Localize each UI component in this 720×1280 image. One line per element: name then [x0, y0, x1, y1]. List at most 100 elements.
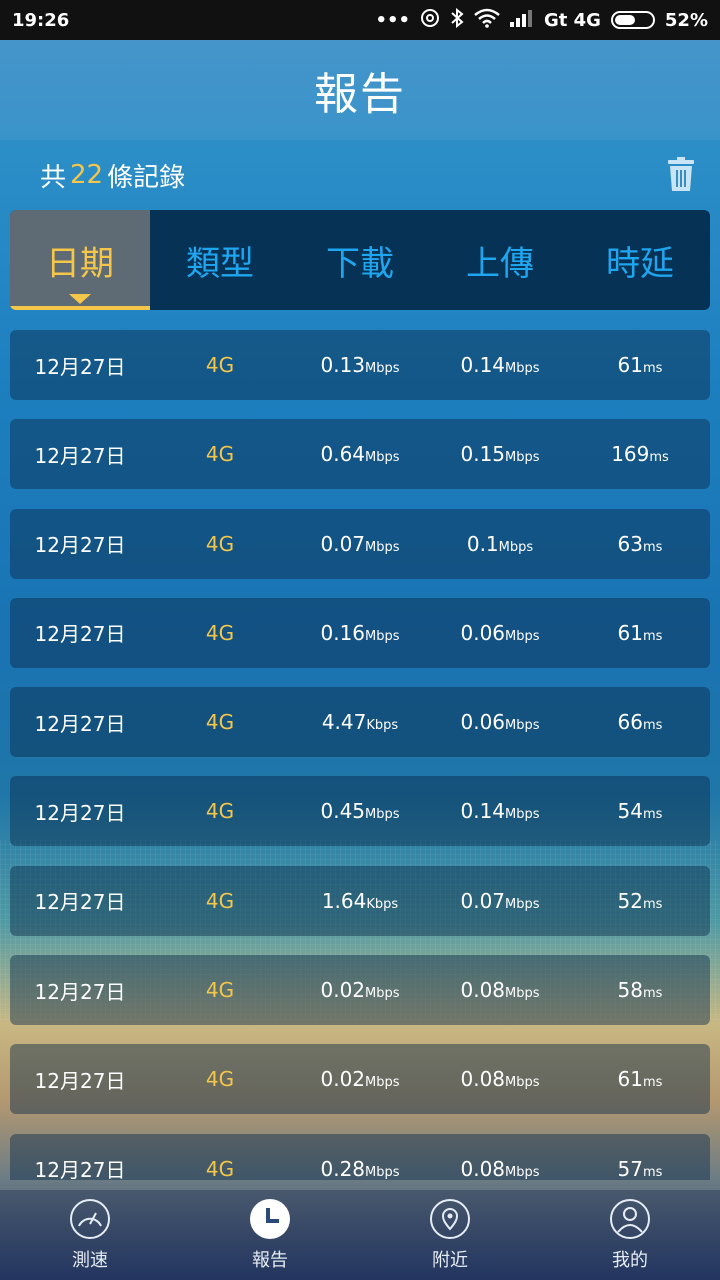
- upload-unit: Mbps: [505, 986, 540, 1002]
- table-row[interactable]: 12月27日 4G 0.45Mbps 0.14Mbps 54ms: [10, 776, 710, 847]
- table-row[interactable]: 12月27日 4G 0.02Mbps 0.08Mbps 61ms: [10, 1044, 710, 1115]
- latency-unit: ms: [643, 361, 663, 376]
- download-unit: Kbps: [366, 718, 399, 734]
- row-download: 0.07Mbps: [290, 532, 430, 556]
- download-unit: Mbps: [365, 539, 400, 555]
- upload-unit: Mbps: [505, 450, 540, 466]
- bluetooth-icon: [450, 7, 464, 33]
- wifi-icon: [474, 8, 500, 33]
- trash-icon[interactable]: [668, 157, 694, 191]
- row-upload: 0.08Mbps: [430, 1157, 570, 1180]
- row-type: 4G: [205, 978, 235, 1003]
- download-value: 4.47: [321, 710, 367, 735]
- nav-label: 附近: [432, 1250, 468, 1271]
- nav-nearby[interactable]: 附近: [360, 1190, 540, 1280]
- sort-caret-icon: [69, 294, 91, 304]
- nav-speed-test[interactable]: 測速: [0, 1190, 180, 1280]
- download-unit: Mbps: [365, 450, 400, 466]
- row-upload: 0.1Mbps: [430, 532, 570, 556]
- upload-unit: Mbps: [505, 1075, 540, 1091]
- upload-unit: Mbps: [505, 807, 540, 823]
- row-date: 12月27日: [34, 979, 126, 1004]
- row-download: 0.28Mbps: [290, 1157, 430, 1180]
- row-latency: 61ms: [570, 353, 710, 377]
- row-download: 0.16Mbps: [290, 621, 430, 645]
- download-value: 0.28: [320, 1156, 366, 1180]
- download-unit: Mbps: [365, 986, 400, 1002]
- latency-value: 61: [617, 1067, 643, 1092]
- row-upload: 0.14Mbps: [430, 799, 570, 823]
- latency-unit: ms: [649, 450, 669, 466]
- download-unit: Mbps: [365, 807, 400, 823]
- row-upload: 0.06Mbps: [430, 710, 570, 734]
- row-latency: 58ms: [570, 978, 710, 1002]
- download-unit: Mbps: [365, 361, 400, 376]
- nav-label: 我的: [612, 1250, 648, 1271]
- download-value: 0.07: [320, 531, 366, 556]
- latency-unit: ms: [643, 896, 663, 912]
- column-label: 日期: [46, 243, 114, 284]
- row-latency: 63ms: [570, 532, 710, 556]
- latency-unit: ms: [643, 807, 663, 823]
- column-header: 日期 類型 下載 上傳 時延: [10, 210, 710, 310]
- status-icons: ••• Gt 4G 52%: [375, 7, 708, 33]
- table-row[interactable]: 12月27日 4G 4.47Kbps 0.06Mbps 66ms: [10, 687, 710, 758]
- table-row[interactable]: 12月27日 4G 0.16Mbps 0.06Mbps 61ms: [10, 597, 710, 668]
- records-list[interactable]: 12月27日 4G 0.13Mbps 0.14Mbps 61ms 12月27日 …: [10, 330, 710, 1180]
- column-latency[interactable]: 時延: [570, 210, 710, 310]
- row-upload: 0.15Mbps: [430, 442, 570, 466]
- upload-value: 0.1: [466, 531, 499, 556]
- row-date: 12月27日: [34, 1068, 126, 1093]
- hotspot-icon: [420, 8, 440, 33]
- row-download: 0.45Mbps: [290, 799, 430, 823]
- record-count-prefix: 共: [40, 162, 67, 193]
- latency-value: 57: [617, 1156, 643, 1180]
- download-unit: Mbps: [365, 1164, 400, 1180]
- column-date[interactable]: 日期: [10, 210, 150, 310]
- signal-icon: [509, 9, 534, 32]
- column-upload[interactable]: 上傳: [430, 210, 570, 310]
- upload-value: 0.08: [460, 978, 506, 1003]
- upload-value: 0.08: [460, 1067, 506, 1092]
- row-type: 4G: [205, 531, 235, 556]
- upload-value: 0.14: [460, 353, 506, 377]
- upload-value: 0.14: [460, 799, 506, 824]
- battery-icon: [610, 11, 655, 29]
- row-upload: 0.06Mbps: [430, 621, 570, 645]
- table-row[interactable]: 12月27日 4G 0.13Mbps 0.14Mbps 61ms: [10, 330, 710, 400]
- nav-report[interactable]: 報告: [180, 1190, 360, 1280]
- record-count: 22: [70, 160, 104, 190]
- download-unit: Kbps: [366, 896, 399, 912]
- table-row[interactable]: 12月27日 4G 0.28Mbps 0.08Mbps 57ms: [10, 1133, 710, 1180]
- download-value: 0.13: [320, 353, 366, 377]
- nav-label: 測速: [72, 1250, 108, 1271]
- row-date: 12月27日: [34, 622, 126, 647]
- upload-value: 0.07: [460, 888, 506, 913]
- table-row[interactable]: 12月27日 4G 0.02Mbps 0.08Mbps 58ms: [10, 955, 710, 1026]
- row-latency: 57ms: [570, 1157, 710, 1180]
- row-date: 12月27日: [34, 711, 126, 736]
- nav-label: 報告: [252, 1250, 288, 1271]
- upload-value: 0.06: [460, 620, 506, 645]
- column-type[interactable]: 類型: [150, 210, 290, 310]
- latency-unit: ms: [643, 986, 663, 1002]
- table-row[interactable]: 12月27日 4G 0.64Mbps 0.15Mbps 169ms: [10, 419, 710, 490]
- upload-unit: Mbps: [505, 896, 540, 912]
- latency-value: 63: [617, 531, 643, 556]
- row-type: 4G: [205, 442, 235, 467]
- row-type: 4G: [205, 799, 235, 824]
- column-download[interactable]: 下載: [290, 210, 430, 310]
- page-title: 報告: [314, 69, 406, 120]
- nav-mine[interactable]: 我的: [540, 1190, 720, 1280]
- row-latency: 52ms: [570, 889, 710, 913]
- row-latency: 169ms: [570, 442, 710, 466]
- row-latency: 61ms: [570, 1067, 710, 1091]
- record-count-bar: 共 22 條記錄: [0, 140, 720, 210]
- table-row[interactable]: 12月27日 4G 0.07Mbps 0.1Mbps 63ms: [10, 508, 710, 579]
- row-download: 0.13Mbps: [290, 353, 430, 377]
- table-row[interactable]: 12月27日 4G 1.64Kbps 0.07Mbps 52ms: [10, 865, 710, 936]
- row-latency: 54ms: [570, 799, 710, 823]
- latency-value: 61: [617, 620, 643, 645]
- more-icon: •••: [375, 9, 410, 31]
- download-value: 0.02: [320, 978, 366, 1003]
